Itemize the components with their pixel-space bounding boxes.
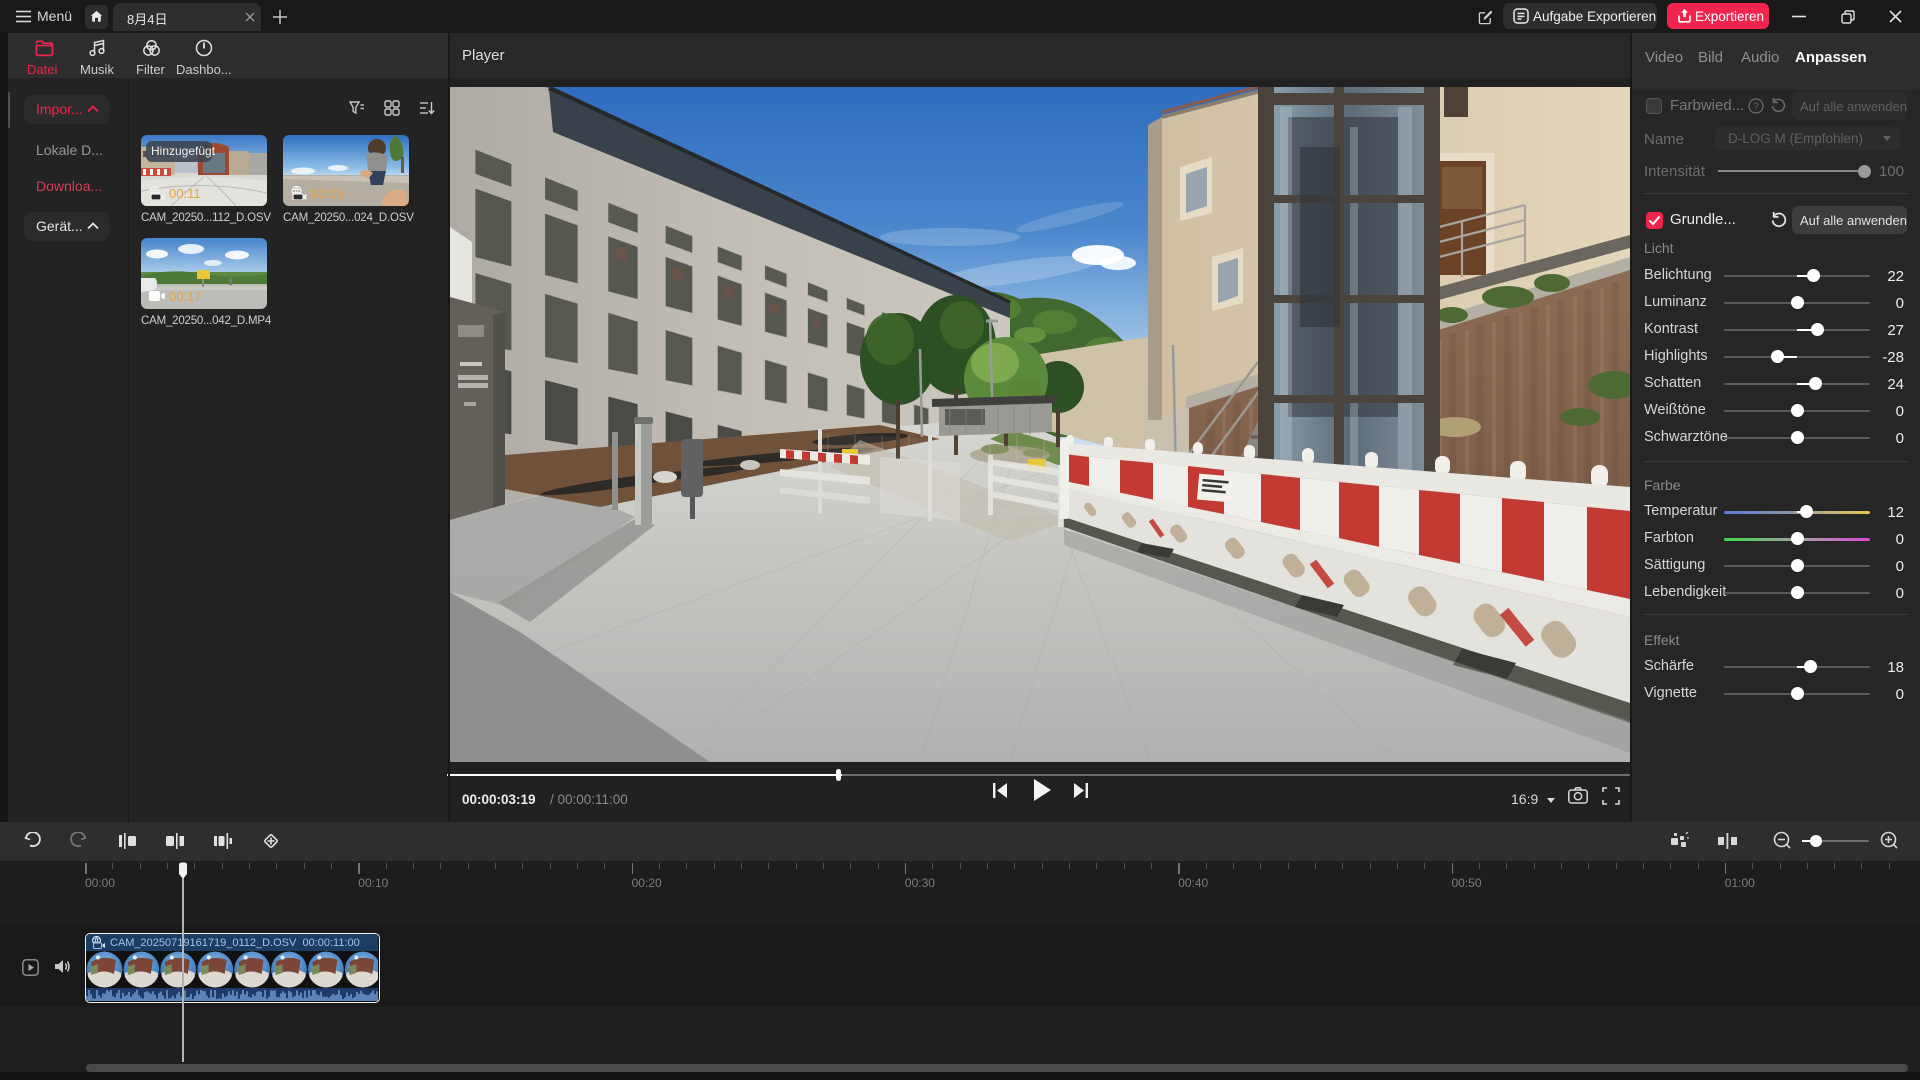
svg-text:?: ? bbox=[1753, 102, 1759, 113]
